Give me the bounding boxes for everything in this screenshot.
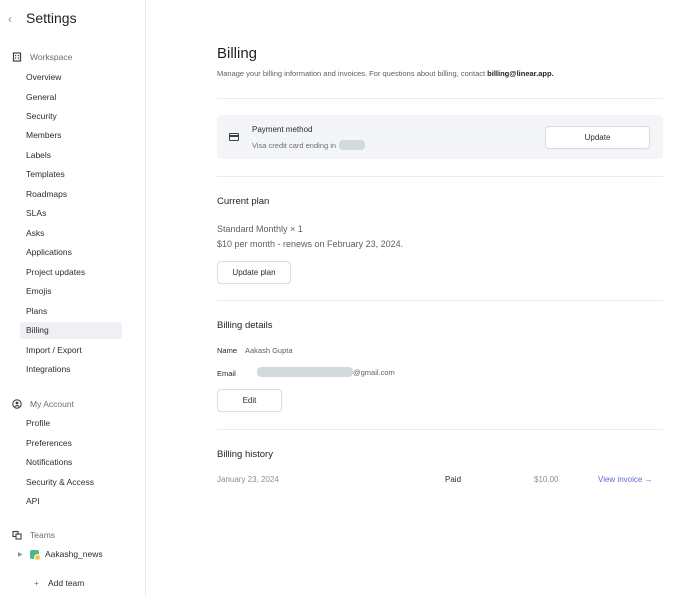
- plus-icon: +: [34, 578, 39, 588]
- sidebar-item-roadmaps[interactable]: Roadmaps: [20, 186, 122, 203]
- building-icon: [12, 52, 22, 62]
- sidebar-item-plans[interactable]: Plans: [20, 303, 122, 320]
- email-domain: @gmail.com: [353, 367, 395, 377]
- teams-section-label: Teams: [30, 530, 56, 540]
- account-section-header: My Account: [12, 399, 74, 409]
- plan-name: Standard Monthly × 1: [217, 224, 303, 234]
- sidebar-item-general[interactable]: General: [20, 89, 122, 106]
- chevron-right-icon[interactable]: ▶: [18, 551, 24, 558]
- edit-details-button[interactable]: Edit: [217, 389, 282, 412]
- page-title: Billing: [217, 45, 258, 62]
- update-payment-button[interactable]: Update: [545, 126, 650, 149]
- divider: [217, 176, 663, 177]
- team-row[interactable]: ▶ Aakashg_news: [18, 549, 103, 561]
- billing-details-heading: Billing details: [217, 320, 273, 331]
- redacted-email: [257, 367, 353, 377]
- sidebar-item-preferences[interactable]: Preferences: [20, 435, 122, 452]
- sidebar-item-notifications[interactable]: Notifications: [20, 454, 122, 471]
- invoice-date: January 23, 2024: [217, 475, 279, 484]
- sidebar-item-integrations[interactable]: Integrations: [20, 361, 122, 378]
- sidebar-item-billing[interactable]: Billing: [20, 322, 122, 339]
- payment-method-title: Payment method: [252, 125, 313, 134]
- user-circle-icon: [12, 399, 22, 409]
- sidebar-item-labels[interactable]: Labels: [20, 147, 122, 164]
- workspace-section-label: Workspace: [30, 52, 73, 62]
- redacted-card-digits: [339, 140, 366, 150]
- sidebar-item-applications[interactable]: Applications: [20, 244, 122, 261]
- email-value: @gmail.com: [257, 367, 395, 377]
- divider: [217, 429, 663, 430]
- back-icon[interactable]: ‹: [8, 12, 12, 26]
- sidebar-item-asks[interactable]: Asks: [20, 225, 122, 242]
- sidebar-item-api[interactable]: API: [20, 493, 122, 510]
- team-name: Aakashg_news: [45, 549, 103, 559]
- billing-history-heading: Billing history: [217, 449, 273, 460]
- sidebar-item-emojis[interactable]: Emojis: [20, 283, 122, 300]
- teams-section-header: Teams: [12, 530, 55, 540]
- current-plan-heading: Current plan: [217, 196, 270, 207]
- description-text: Manage your billing information and invo…: [217, 69, 486, 78]
- teams-icon: [12, 530, 22, 540]
- workspace-section-header: Workspace: [12, 52, 72, 62]
- divider: [217, 98, 663, 99]
- settings-sidebar: ‹ Settings Workspace Overview General Se…: [0, 0, 146, 597]
- invoice-status: Paid: [445, 475, 462, 484]
- name-value: Aakash Gupta: [245, 346, 293, 355]
- payment-method-card: Payment method Visa credit card ending i…: [217, 115, 663, 159]
- contact-email-link[interactable]: billing@linear.app.: [487, 69, 554, 78]
- email-label: Email: [217, 369, 236, 378]
- plan-price: $10 per month - renews on February 23, 2…: [217, 239, 404, 249]
- account-section-label: My Account: [30, 399, 74, 409]
- sidebar-item-templates[interactable]: Templates: [20, 166, 122, 183]
- add-team-label: Add team: [47, 578, 85, 588]
- update-plan-button[interactable]: Update plan: [217, 261, 291, 284]
- sidebar-item-profile[interactable]: Profile: [20, 415, 122, 432]
- page-description: Manage your billing information and invo…: [217, 69, 554, 78]
- sidebar-item-import-export[interactable]: Import / Export: [20, 342, 122, 359]
- sidebar-item-overview[interactable]: Overview: [20, 69, 122, 86]
- payment-method-subtitle: Visa credit card ending in: [252, 140, 366, 150]
- team-logo-icon: [30, 549, 41, 561]
- sidebar-item-members[interactable]: Members: [20, 127, 122, 144]
- sidebar-item-project-updates[interactable]: Project updates: [20, 264, 122, 281]
- sidebar-item-security[interactable]: Security: [20, 108, 122, 125]
- sidebar-item-security-access[interactable]: Security & Access: [20, 474, 122, 491]
- credit-card-icon: [229, 133, 239, 141]
- name-label: Name: [217, 346, 238, 355]
- invoice-amount: $10.00: [534, 475, 559, 484]
- sidebar-title: Settings: [26, 10, 77, 26]
- divider: [217, 300, 663, 301]
- card-description: Visa credit card ending in: [252, 140, 337, 150]
- view-invoice-link[interactable]: View invoice →: [598, 475, 653, 484]
- sidebar-item-slas[interactable]: SLAs: [20, 205, 122, 222]
- add-team-button[interactable]: + Add team: [34, 578, 84, 588]
